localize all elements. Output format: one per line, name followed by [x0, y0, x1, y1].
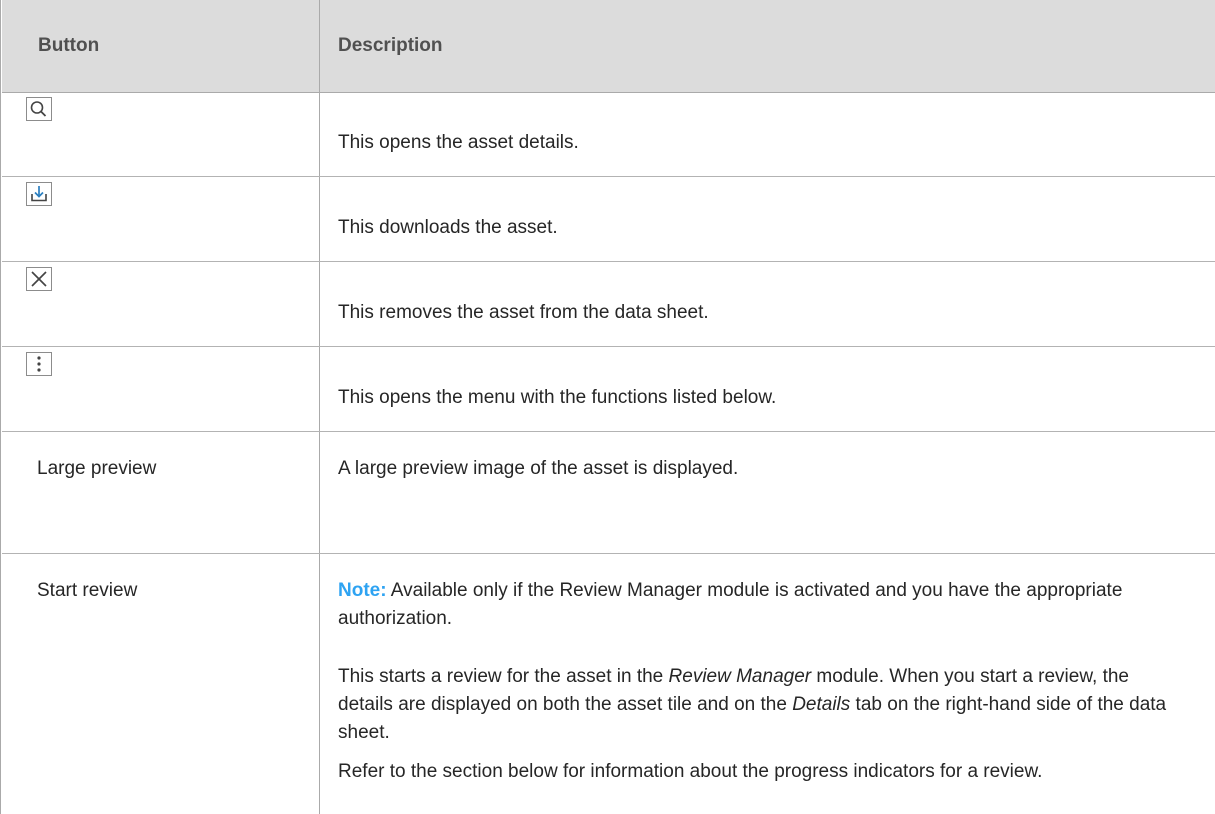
more-vertical-icon: [26, 352, 52, 376]
functions-table: Button Description This opens the asset …: [0, 0, 1215, 814]
row-description: A large preview image of the asset is di…: [338, 458, 739, 479]
review-description-paragraph: This starts a review for the asset in th…: [338, 666, 1167, 743]
row-label: Large preview: [37, 458, 157, 479]
search-icon: [26, 97, 52, 121]
close-icon: [26, 267, 52, 291]
row-divider: [2, 176, 1215, 177]
row-divider: [2, 431, 1215, 432]
download-icon: [26, 182, 52, 206]
column-divider: [319, 0, 320, 814]
progress-reference-paragraph: Refer to the section below for informati…: [338, 761, 1043, 782]
row-description: This downloads the asset.: [338, 217, 558, 238]
table-header: Button Description: [2, 0, 1215, 93]
row-label: Start review: [37, 580, 138, 601]
note-label: Note:: [338, 580, 387, 601]
details-term: Details: [792, 694, 851, 715]
header-description: Description: [338, 35, 443, 56]
row-divider: [2, 346, 1215, 347]
row-description: This opens the asset details.: [338, 132, 579, 153]
note-text: Available only if the Review Manager mod…: [338, 580, 1123, 629]
row-description: This opens the menu with the functions l…: [338, 387, 777, 408]
row-description: This removes the asset from the data she…: [338, 302, 709, 323]
note-paragraph: Note: Available only if the Review Manag…: [338, 577, 1178, 633]
row-divider: [2, 261, 1215, 262]
header-button: Button: [38, 35, 100, 56]
review-manager-term: Review Manager: [668, 666, 812, 687]
row-divider: [2, 553, 1215, 554]
